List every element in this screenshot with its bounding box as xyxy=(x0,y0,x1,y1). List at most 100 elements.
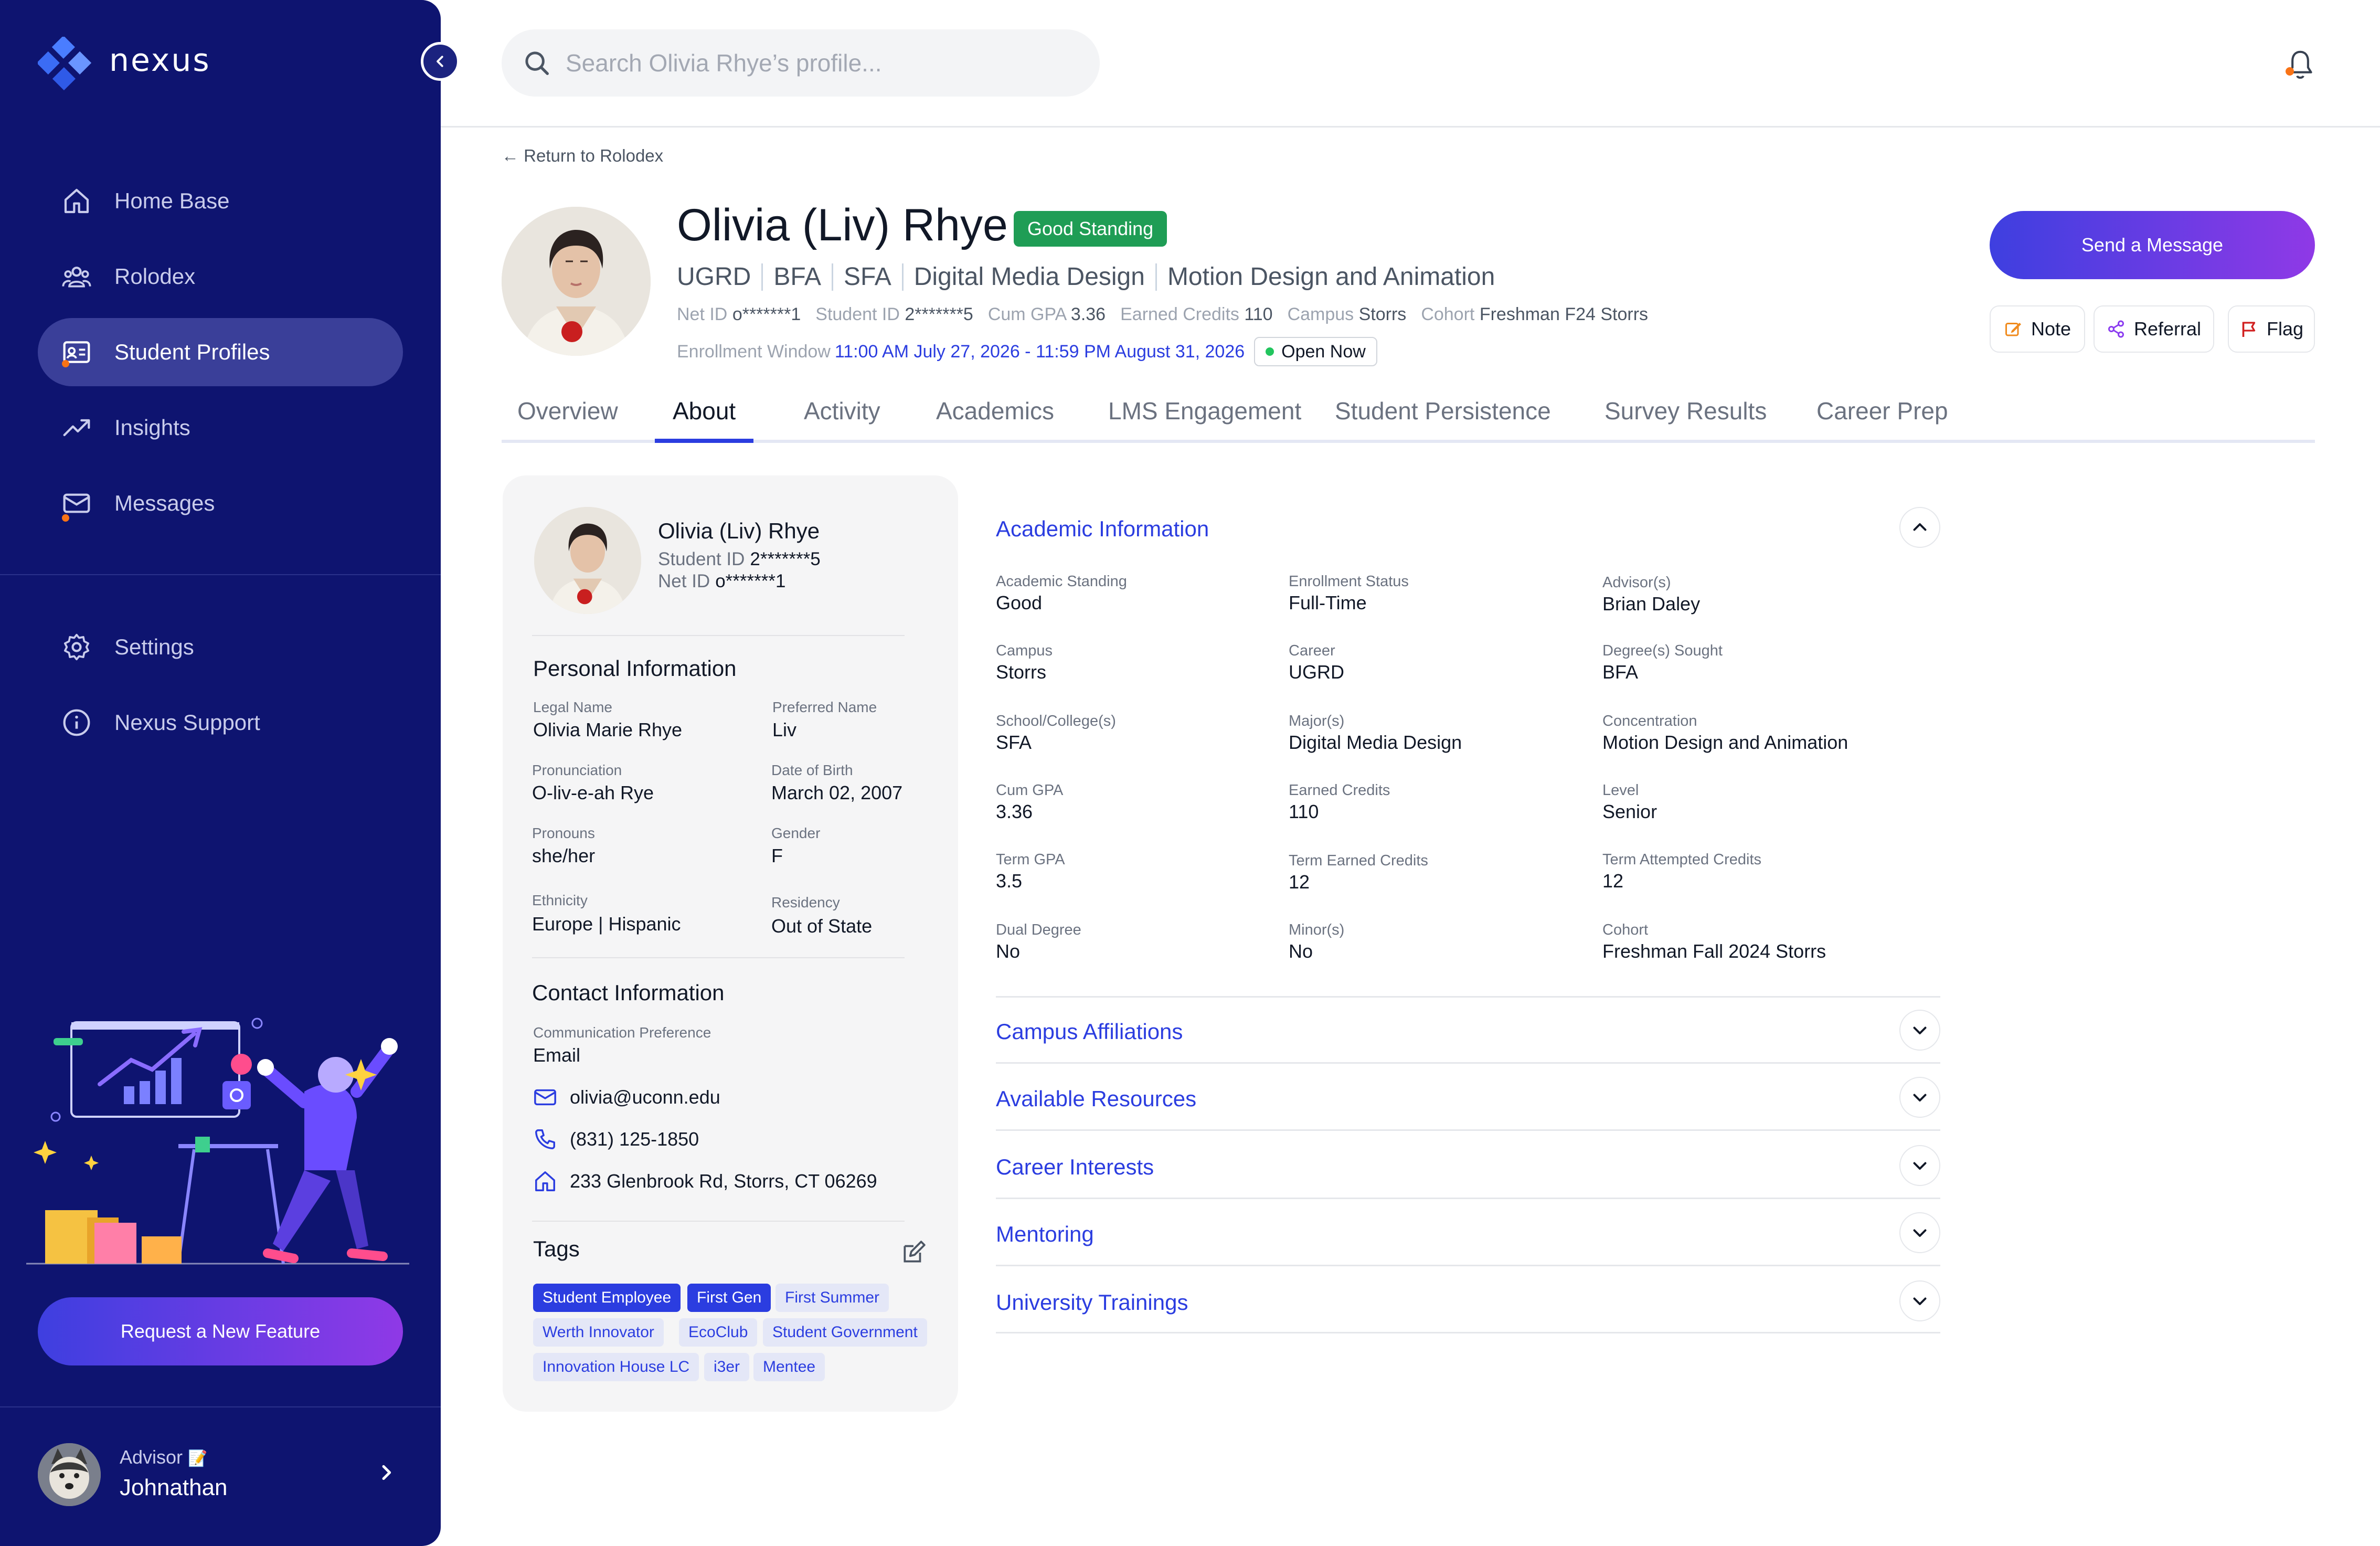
nav-rolodex[interactable]: Rolodex xyxy=(38,242,403,311)
avatar xyxy=(38,1443,101,1506)
info-icon xyxy=(63,709,90,736)
tag-chip[interactable]: Werth Innovator xyxy=(533,1318,664,1347)
field-label: Major(s) xyxy=(1289,713,1345,729)
nav-label: Student Profiles xyxy=(114,340,270,364)
edit-icon[interactable] xyxy=(900,1240,927,1266)
field-label: Preferred Name xyxy=(772,699,877,715)
tag-chip[interactable]: Student Employee xyxy=(533,1284,681,1312)
flag-label: Flag xyxy=(2266,318,2304,340)
program-line: UGRD BFA SFA Digital Media Design Motion… xyxy=(677,262,1495,291)
field-value: March 02, 2007 xyxy=(771,782,903,803)
expand-university-trainings-button[interactable] xyxy=(1899,1280,1940,1321)
advisor-role-label: Advisor xyxy=(120,1446,183,1468)
notification-dot xyxy=(2286,67,2294,76)
accordion-university-trainings[interactable]: University Trainings xyxy=(996,1290,1188,1315)
chevron-down-icon xyxy=(1913,1026,1927,1034)
field-label: Minor(s) xyxy=(1289,922,1345,938)
mail-icon xyxy=(63,493,90,513)
search-input[interactable] xyxy=(566,49,1059,77)
field-label: Cum GPA xyxy=(996,782,1064,799)
accordion-mentoring[interactable]: Mentoring xyxy=(996,1222,1094,1247)
field-label: Career xyxy=(1289,642,1335,659)
accordion-career-interests[interactable]: Career Interests xyxy=(996,1155,1154,1180)
card-divider xyxy=(532,635,905,636)
phone-value: (831) 125-1850 xyxy=(570,1128,699,1150)
tag-chip[interactable]: Mentee xyxy=(753,1353,825,1381)
field-label: Pronunciation xyxy=(532,762,622,778)
notification-dot xyxy=(62,360,69,367)
program-major: Digital Media Design xyxy=(913,263,1145,291)
phone-row[interactable]: (831) 125-1850 xyxy=(533,1127,699,1151)
referral-button[interactable]: Referral xyxy=(2094,305,2214,353)
nav-insights[interactable]: Insights xyxy=(38,394,403,462)
tag-chip[interactable]: Innovation House LC xyxy=(533,1353,699,1381)
tab-overview[interactable]: Overview xyxy=(500,397,636,443)
nav-settings[interactable]: Settings xyxy=(38,613,403,681)
contact-info-title: Contact Information xyxy=(532,980,725,1005)
nexus-logo-icon xyxy=(38,37,92,91)
advisor-name: Johnathan xyxy=(120,1475,228,1500)
address-value: 233 Glenbrook Rd, Storrs, CT 06269 xyxy=(570,1170,877,1192)
field-value: Freshman Fall 2024 Storrs xyxy=(1602,940,1826,962)
tab-activity[interactable]: Activity xyxy=(786,397,898,443)
address-row[interactable]: 233 Glenbrook Rd, Storrs, CT 06269 xyxy=(533,1169,877,1193)
nav-messages[interactable]: Messages xyxy=(38,469,403,537)
analytics-illustration xyxy=(26,1018,409,1265)
field-value: SFA xyxy=(996,732,1032,753)
tag-chip[interactable]: Student Government xyxy=(763,1318,927,1347)
email-row[interactable]: olivia@uconn.edu xyxy=(533,1085,720,1109)
field-value: Email xyxy=(533,1044,581,1066)
tab-student-persistence[interactable]: Student Persistence xyxy=(1317,397,1569,443)
enrollment-label: Enrollment Window xyxy=(677,341,831,362)
student-id-value: 2*******5 xyxy=(750,549,821,569)
nav-student-profiles[interactable]: Student Profiles xyxy=(38,318,403,386)
tag-chip[interactable]: i3er xyxy=(704,1353,750,1381)
return-to-rolodex-link[interactable]: ← Return to Rolodex xyxy=(502,146,663,166)
tag-chip[interactable]: EcoClub xyxy=(679,1318,758,1347)
search-bar[interactable] xyxy=(502,29,1100,97)
note-label: Note xyxy=(2031,318,2071,340)
field-value: Digital Media Design xyxy=(1289,732,1462,753)
tab-academics[interactable]: Academics xyxy=(918,397,1072,443)
tab-career-prep[interactable]: Career Prep xyxy=(1799,397,1966,443)
advisor-profile[interactable]: Advisor 📝 Johnathan xyxy=(38,1441,403,1506)
share-icon xyxy=(2108,320,2124,338)
program-career: UGRD xyxy=(677,263,751,291)
collapse-sidebar-button[interactable] xyxy=(421,42,460,81)
tag-chip[interactable]: First Summer xyxy=(775,1284,889,1312)
tab-lms-engagement[interactable]: LMS Engagement xyxy=(1090,397,1319,443)
accordion-campus-affiliations[interactable]: Campus Affiliations xyxy=(996,1019,1183,1044)
field-value: Motion Design and Animation xyxy=(1602,732,1848,753)
net-id-value: o*******1 xyxy=(715,571,786,591)
tab-survey-results[interactable]: Survey Results xyxy=(1587,397,1784,443)
sidebar-divider xyxy=(0,574,441,575)
tab-about[interactable]: About xyxy=(655,397,754,443)
student-photo-small xyxy=(534,507,641,614)
collapse-academic-button[interactable] xyxy=(1899,507,1940,548)
flag-button[interactable]: Flag xyxy=(2228,305,2315,353)
academic-info-title[interactable]: Academic Information xyxy=(996,516,1209,542)
expand-available-resources-button[interactable] xyxy=(1899,1077,1940,1118)
status-badge: Good Standing xyxy=(1014,211,1167,247)
nav-label: Nexus Support xyxy=(114,710,260,735)
nav-label: Home Base xyxy=(114,188,230,213)
notifications-button[interactable] xyxy=(2286,48,2315,82)
student-meta: Net ID o*******1 Student ID 2*******5 Cu… xyxy=(677,304,1648,325)
meta-student-id: Student ID 2*******5 xyxy=(815,304,973,324)
request-feature-button[interactable]: Request a New Feature xyxy=(38,1297,403,1365)
chevron-right-icon xyxy=(382,1465,391,1480)
nav-home-base[interactable]: Home Base xyxy=(38,167,403,235)
tag-chip[interactable]: First Gen xyxy=(687,1284,771,1312)
note-button[interactable]: Note xyxy=(1990,305,2085,353)
field-label: Dual Degree xyxy=(996,922,1081,938)
send-message-button[interactable]: Send a Message xyxy=(1990,211,2315,279)
nav-nexus-support[interactable]: Nexus Support xyxy=(38,689,403,757)
expand-career-interests-button[interactable] xyxy=(1899,1145,1940,1186)
field-label: Cohort xyxy=(1602,922,1649,938)
meta-earned-credits: Earned Credits 110 xyxy=(1120,304,1273,324)
field-label: Term Earned Credits xyxy=(1289,852,1428,869)
expand-campus-affiliations-button[interactable] xyxy=(1899,1010,1940,1051)
expand-mentoring-button[interactable] xyxy=(1899,1212,1940,1253)
field-value: Brian Daley xyxy=(1602,593,1701,615)
accordion-available-resources[interactable]: Available Resources xyxy=(996,1086,1196,1111)
